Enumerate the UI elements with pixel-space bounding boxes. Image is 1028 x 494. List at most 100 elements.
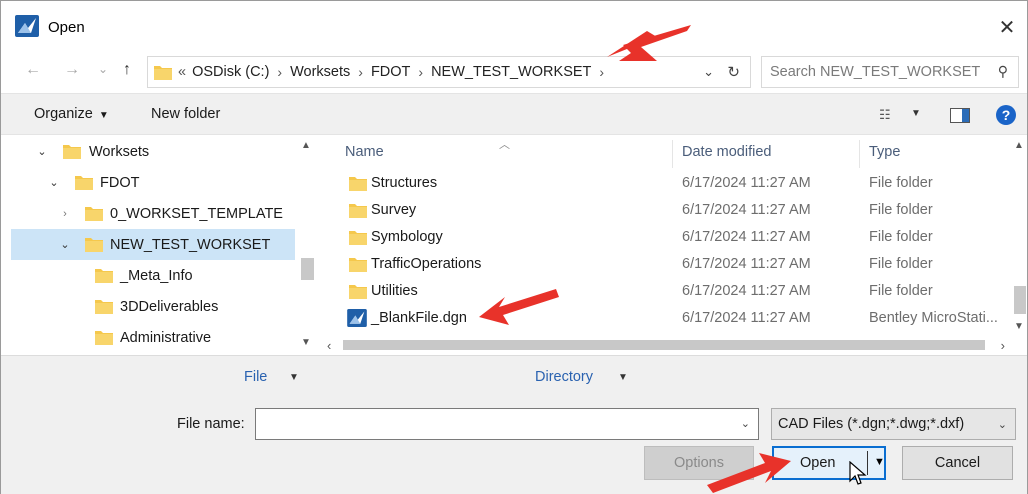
scroll-thumb[interactable] (1014, 286, 1026, 314)
forward-button[interactable]: → (64, 61, 80, 79)
file-row-structures[interactable]: Structures 6/17/2024 11:27 AM File folde… (319, 170, 1009, 197)
tree-item-label: Worksets (89, 143, 150, 160)
breadcrumb-overflow[interactable]: « (178, 64, 186, 80)
open-dialog: Open ✕ ← → ⌄ ↑ « OSDisk (C:) › Worksets … (0, 0, 1028, 494)
scroll-up-icon[interactable]: ▲ (301, 140, 311, 151)
address-dropdown-icon[interactable]: ⌄ (703, 64, 714, 80)
organize-label: Organize (34, 106, 93, 122)
chevron-right-icon[interactable]: › (599, 64, 604, 80)
scroll-thumb[interactable] (343, 340, 985, 350)
chevron-down-icon[interactable]: ⌄ (47, 176, 61, 189)
open-button[interactable]: Open ▼ (772, 446, 886, 480)
scroll-up-icon[interactable]: ▲ (1014, 140, 1024, 151)
chevron-right-icon[interactable]: › (418, 64, 423, 80)
directory-caret-down-icon[interactable]: ▼ (618, 372, 628, 383)
breadcrumb-worksets[interactable]: Worksets (290, 64, 350, 80)
up-button[interactable]: ↑ (123, 61, 131, 79)
scroll-thumb[interactable] (301, 258, 314, 280)
scroll-down-icon[interactable]: ▼ (301, 337, 311, 348)
type-cell: File folder (869, 283, 933, 299)
folder-icon (85, 238, 103, 252)
tree-item-label: _Meta_Info (120, 267, 193, 284)
file-list-horizontal-scrollbar[interactable]: ‹ › (319, 336, 1027, 354)
column-header-date-modified[interactable]: Date modified (682, 144, 771, 160)
recent-locations-button[interactable]: ⌄ (98, 62, 108, 76)
tree-item-new-test-workset[interactable]: ⌄ NEW_TEST_WORKSET (11, 229, 295, 260)
file-splitter-label[interactable]: File (244, 369, 267, 385)
folder-icon (63, 145, 81, 159)
folder-icon (85, 207, 103, 221)
column-header-type[interactable]: Type (869, 144, 900, 160)
tree-item-worksets[interactable]: ⌄ Worksets (11, 136, 295, 167)
date-modified-cell: 6/17/2024 11:27 AM (682, 256, 811, 272)
file-name-input[interactable] (262, 414, 722, 434)
nav-pane-scrollbar[interactable]: ▲ ▼ (297, 136, 317, 354)
tree-item-0-workset-template[interactable]: › 0_WORKSET_TEMPLATE (11, 198, 295, 229)
scroll-left-icon[interactable]: ‹ (327, 338, 331, 353)
scroll-right-icon[interactable]: › (1001, 338, 1005, 353)
caret-down-icon: ▼ (98, 110, 109, 121)
breadcrumb-fdot[interactable]: FDOT (371, 64, 410, 80)
date-modified-cell: 6/17/2024 11:27 AM (682, 310, 811, 326)
search-icon[interactable]: ⚲ (998, 63, 1008, 80)
chevron-down-icon[interactable]: ⌄ (35, 145, 49, 158)
tree-item-administrative[interactable]: Administrative (11, 322, 295, 353)
folder-icon (349, 258, 367, 272)
chevron-down-icon[interactable]: ⌄ (741, 417, 750, 430)
file-type-select[interactable]: CAD Files (*.dgn;*.dwg;*.dxf) ⌄ (771, 408, 1016, 440)
cancel-button[interactable]: Cancel (902, 446, 1013, 480)
column-divider[interactable] (859, 140, 860, 168)
column-divider[interactable] (672, 140, 673, 168)
options-button[interactable]: Options (644, 446, 754, 480)
column-header-name[interactable]: Name (345, 144, 384, 160)
file-row-symbology[interactable]: Symbology 6/17/2024 11:27 AM File folder (319, 224, 1009, 251)
close-button[interactable]: ✕ (987, 9, 1027, 45)
chevron-right-icon[interactable]: › (58, 208, 72, 220)
file-name-label: File name: (177, 416, 245, 432)
breadcrumb-osdisk[interactable]: OSDisk (C:) (192, 64, 269, 80)
tree-item-meta-info[interactable]: _Meta_Info (11, 260, 295, 291)
tree-item-label: NEW_TEST_WORKSET (110, 236, 271, 253)
file-row-trafficoperations[interactable]: TrafficOperations 6/17/2024 11:27 AM Fil… (319, 251, 1009, 278)
file-row-utilities[interactable]: Utilities 6/17/2024 11:27 AM File folder (319, 278, 1009, 305)
file-name-cell: Structures (371, 175, 438, 191)
microstation-file-icon (347, 309, 367, 327)
folder-icon (95, 269, 113, 283)
tree-item-3ddeliverables[interactable]: 3DDeliverables (11, 291, 295, 322)
file-list-header: ︿ Name Date modified Type (319, 136, 1027, 168)
search-input[interactable] (770, 62, 980, 82)
breadcrumb-new-test-workset[interactable]: NEW_TEST_WORKSET (431, 64, 591, 80)
breadcrumb: « OSDisk (C:) › Worksets › FDOT › NEW_TE… (178, 64, 612, 80)
chevron-right-icon[interactable]: › (358, 64, 363, 80)
folder-icon (95, 300, 113, 314)
back-button[interactable]: ← (25, 61, 41, 79)
file-name-cell: Symbology (371, 229, 443, 245)
scroll-down-icon[interactable]: ▼ (1014, 321, 1024, 332)
folder-icon (349, 204, 367, 218)
file-list-vertical-scrollbar[interactable]: ▲ ▼ (1011, 136, 1027, 336)
file-caret-down-icon[interactable]: ▼ (289, 372, 299, 383)
tree-item-fdot[interactable]: ⌄ FDOT (11, 167, 295, 198)
file-name-cell: TrafficOperations (371, 256, 482, 272)
address-bar[interactable]: « OSDisk (C:) › Worksets › FDOT › NEW_TE… (147, 56, 751, 88)
folder-icon (349, 231, 367, 245)
change-view-icon[interactable]: ☷ (879, 107, 891, 123)
file-name-cell: _BlankFile.dgn (371, 310, 467, 326)
type-cell: Bentley MicroStati... (869, 310, 998, 326)
folder-icon (154, 66, 172, 80)
organize-button[interactable]: Organize ▼ (34, 106, 109, 122)
type-cell: File folder (869, 229, 933, 245)
chevron-down-icon[interactable]: ⌄ (58, 238, 72, 251)
help-icon[interactable]: ? (996, 105, 1016, 125)
preview-pane-icon[interactable] (950, 108, 970, 123)
open-dropdown-caret-icon[interactable]: ▼ (874, 456, 885, 468)
file-row-blankfile-dgn[interactable]: _BlankFile.dgn 6/17/2024 11:27 AM Bentle… (319, 305, 1009, 332)
new-folder-button[interactable]: New folder (151, 106, 220, 122)
microstation-app-icon (15, 15, 39, 37)
file-row-survey[interactable]: Survey 6/17/2024 11:27 AM File folder (319, 197, 1009, 224)
directory-splitter-label[interactable]: Directory (535, 369, 593, 385)
view-caret-down-icon[interactable]: ▼ (911, 108, 921, 119)
refresh-icon[interactable]: ↻ (727, 63, 740, 81)
file-type-value: CAD Files (*.dgn;*.dwg;*.dxf) (778, 416, 965, 432)
chevron-right-icon[interactable]: › (277, 64, 282, 80)
